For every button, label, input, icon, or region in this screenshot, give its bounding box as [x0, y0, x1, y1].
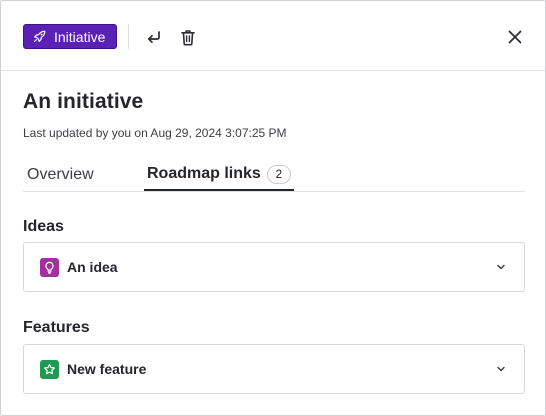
chevron-down-icon [494, 362, 508, 376]
trash-icon [180, 29, 196, 46]
enter-button[interactable] [142, 25, 166, 49]
idea-row[interactable]: An idea [23, 242, 525, 292]
record-title: An initiative [23, 90, 144, 113]
drawer-toolbar: Initiative [1, 1, 545, 71]
features-section-label: Features [23, 319, 90, 336]
star-icon [40, 359, 59, 379]
tab-overview-label: Overview [27, 166, 94, 183]
ideas-section-label: Ideas [23, 218, 64, 235]
tab-overview[interactable]: Overview [24, 159, 97, 191]
tab-roadmap-links-label: Roadmap links [147, 165, 261, 182]
drawer-tabs: Overview Roadmap links 2 [23, 159, 525, 192]
feature-row[interactable]: New feature [23, 344, 525, 394]
tab-roadmap-links[interactable]: Roadmap links 2 [144, 159, 294, 191]
toolbar-divider [128, 24, 129, 49]
lightbulb-icon [40, 257, 59, 277]
rocket-icon [33, 30, 46, 43]
chevron-down-icon [494, 260, 508, 274]
record-type-label: Initiative [54, 28, 106, 45]
close-icon [508, 30, 522, 44]
feature-row-label: New feature [67, 361, 147, 377]
roadmap-links-count-badge: 2 [266, 164, 291, 184]
last-updated-text: Last updated by you on Aug 29, 2024 3:07… [23, 126, 287, 140]
record-type-badge[interactable]: Initiative [23, 24, 118, 49]
idea-row-label: An idea [67, 259, 118, 275]
initiative-drawer: Initiative An initiative Last updated by… [0, 0, 546, 416]
delete-button[interactable] [176, 25, 200, 49]
close-button[interactable] [503, 25, 527, 49]
enter-icon [146, 29, 162, 45]
